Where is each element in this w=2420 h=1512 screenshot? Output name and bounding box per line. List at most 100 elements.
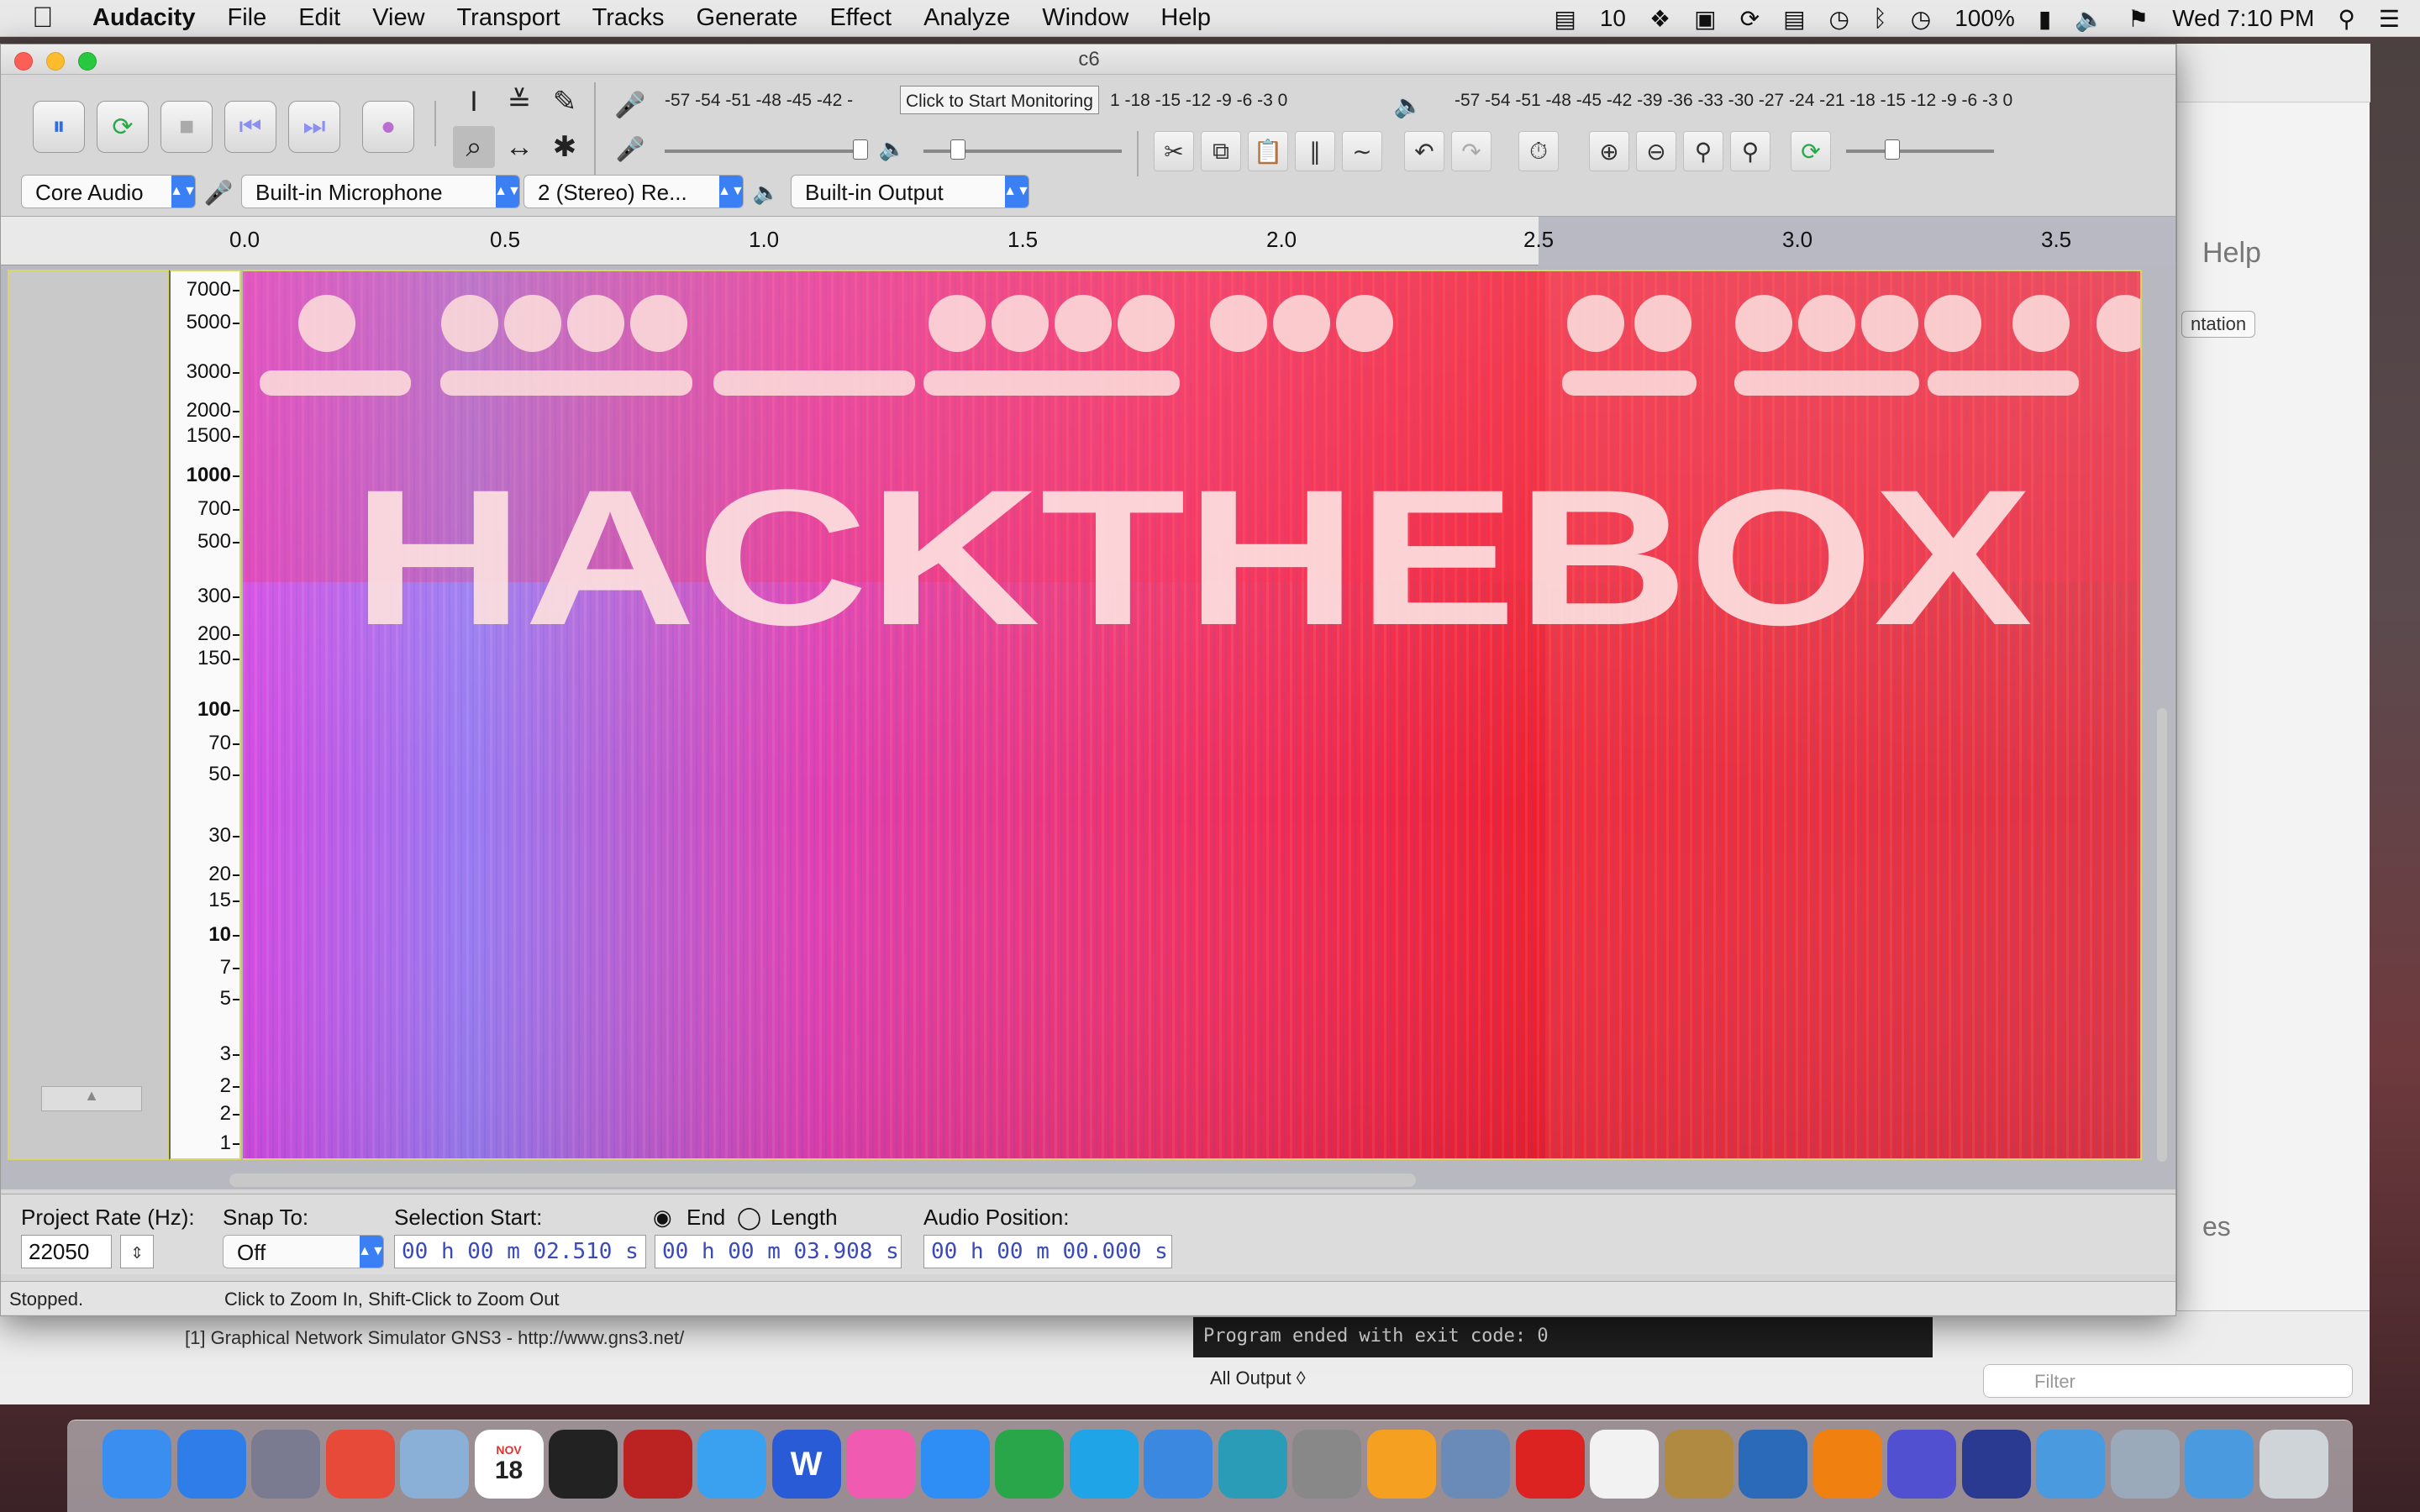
output-device-select[interactable]: Built-in Output ▲▼: [791, 175, 1030, 208]
launchpad-dock-icon[interactable]: [251, 1430, 320, 1499]
track-control-panel[interactable]: [8, 270, 169, 1160]
snap-to-select[interactable]: Off ▲▼: [223, 1235, 385, 1268]
microphone-meter-icon[interactable]: 🎤: [609, 84, 651, 126]
preview-dock-icon[interactable]: [400, 1430, 469, 1499]
xcode-dock-icon[interactable]: [1144, 1430, 1213, 1499]
skip-to-end-button[interactable]: ⏭: [288, 101, 340, 153]
system-preferences-dock-icon[interactable]: [1292, 1430, 1361, 1499]
fit-selection-icon[interactable]: ⚲: [1683, 131, 1723, 171]
finder-dock-icon[interactable]: [103, 1430, 171, 1499]
safari-dock-icon[interactable]: [176, 1430, 246, 1499]
menu-analyze[interactable]: Analyze: [923, 4, 1010, 32]
play-speed-knob[interactable]: [1885, 139, 1900, 160]
fit-project-icon[interactable]: ⚲: [1730, 131, 1770, 171]
selection-end-input[interactable]: 00 h 00 m 03.908 s: [655, 1235, 902, 1268]
volume-icon[interactable]: 🔈: [2075, 5, 2104, 33]
all-output-select[interactable]: All Output ◊: [1210, 1368, 1306, 1389]
photos-dock-icon[interactable]: [1366, 1430, 1436, 1499]
record-meter-scale-tail[interactable]: 1 -18 -15 -12 -9 -6 -3 0: [1110, 91, 1287, 124]
menu-edit[interactable]: Edit: [298, 4, 340, 32]
bluetooth-icon[interactable]: ᛒ: [1873, 5, 1887, 32]
spotlight-icon[interactable]: ⚲: [2338, 5, 2355, 33]
minimize-button[interactable]: [46, 52, 65, 71]
length-radio[interactable]: ◯: [737, 1205, 761, 1231]
battery-icon[interactable]: ▮: [2039, 5, 2051, 33]
zoom-button[interactable]: [78, 52, 97, 71]
paste-icon[interactable]: 📋: [1248, 131, 1288, 171]
multi-tool[interactable]: ✱: [544, 126, 586, 168]
collapse-track-button[interactable]: ▲: [41, 1086, 142, 1111]
play-speed-slider[interactable]: [1846, 150, 1994, 153]
messages-dock-icon[interactable]: [697, 1430, 766, 1499]
project-rate-stepper[interactable]: ⇕: [120, 1235, 154, 1268]
timeline-ruler[interactable]: 0.0 0.5 1.0 1.5 2.0 2.5 3.0 3.5: [1, 217, 2175, 265]
redo-icon[interactable]: ↷: [1451, 131, 1491, 171]
copy-icon[interactable]: ⧉: [1201, 131, 1241, 171]
audacity-dock-icon[interactable]: [1961, 1430, 2031, 1499]
playback-volume-knob[interactable]: [950, 139, 965, 160]
envelope-tool[interactable]: ≚: [498, 81, 540, 123]
acrobat-dock-icon[interactable]: [1515, 1430, 1585, 1499]
zoom-out-icon[interactable]: ⊖: [1636, 131, 1676, 171]
stop-button[interactable]: ■: [160, 101, 213, 153]
vertical-scrollbar[interactable]: [2157, 708, 2167, 1162]
horizontal-scrollbar[interactable]: [229, 1173, 1416, 1187]
background-doc-button[interactable]: ntation: [2181, 311, 2256, 338]
trim-icon[interactable]: ∥: [1295, 131, 1335, 171]
time-machine-icon[interactable]: ◷: [1829, 5, 1849, 33]
input-device-select[interactable]: Built-in Microphone ▲▼: [241, 175, 521, 208]
play-at-speed-icon[interactable]: ⟳: [1791, 131, 1831, 171]
recording-volume-slider[interactable]: [665, 150, 866, 153]
menu-file[interactable]: File: [227, 4, 266, 32]
status-app-icon[interactable]: ▤: [1554, 5, 1576, 33]
utorrent-dock-icon[interactable]: [995, 1430, 1064, 1499]
chrome-dock-icon[interactable]: [325, 1430, 395, 1499]
keychain-dock-icon[interactable]: [1664, 1430, 1733, 1499]
vlc-dock-icon[interactable]: [1812, 1430, 1882, 1499]
network-dock-icon[interactable]: [1218, 1430, 1287, 1499]
image-capture-dock-icon[interactable]: [1441, 1430, 1510, 1499]
documents-dock-icon[interactable]: [2110, 1430, 2180, 1499]
status-count[interactable]: 10: [1600, 5, 1626, 32]
speaker-meter-icon[interactable]: 🔈: [1387, 84, 1429, 126]
time-shift-tool[interactable]: ↔: [498, 126, 540, 168]
notification-center-icon[interactable]: ☰: [2379, 5, 2400, 33]
sync-icon[interactable]: ⟳: [1740, 5, 1760, 33]
end-radio[interactable]: ◉: [653, 1205, 672, 1231]
app-store-dock-icon[interactable]: [920, 1430, 990, 1499]
undo-icon[interactable]: ↶: [1404, 131, 1444, 171]
sync-lock-icon[interactable]: ⏱: [1518, 131, 1559, 171]
clock[interactable]: Wed 7:10 PM: [2172, 5, 2314, 32]
audio-position-input[interactable]: 00 h 00 m 00.000 s: [923, 1235, 1172, 1268]
podcast-dock-icon[interactable]: [1887, 1430, 1956, 1499]
pause-button[interactable]: ⏸: [33, 101, 85, 153]
skype-dock-icon[interactable]: [1069, 1430, 1139, 1499]
word-dock-icon[interactable]: W: [771, 1430, 841, 1499]
menu-view[interactable]: View: [372, 4, 424, 32]
selection-start-input[interactable]: 00 h 00 m 02.510 s: [394, 1235, 646, 1268]
record-meter-scale[interactable]: -57 -54 -51 -48 -45 -42 -: [665, 91, 853, 124]
menu-app-name[interactable]: Audacity: [92, 4, 195, 32]
itunes-dock-icon[interactable]: [846, 1430, 915, 1499]
filter-input[interactable]: Filter: [1983, 1364, 2353, 1398]
menu-transport[interactable]: Transport: [457, 4, 560, 32]
menu-effect[interactable]: Effect: [829, 4, 892, 32]
record-button[interactable]: ●: [362, 101, 414, 153]
battery-label[interactable]: 100%: [1954, 5, 2015, 32]
spectrogram-view[interactable]: HACKTHEBOX: [243, 270, 2142, 1160]
loop-play-button[interactable]: ⟳: [97, 101, 149, 153]
skip-to-start-button[interactable]: ⏮: [224, 101, 276, 153]
downloads-dock-icon[interactable]: [2185, 1430, 2254, 1499]
trash-dock-icon[interactable]: [2259, 1430, 2328, 1499]
close-button[interactable]: [14, 52, 33, 71]
menu-help[interactable]: Help: [1160, 4, 1211, 32]
photo-booth-dock-icon[interactable]: [623, 1430, 692, 1499]
textedit-dock-icon[interactable]: [1590, 1430, 1659, 1499]
silence-icon[interactable]: ∼: [1342, 131, 1382, 171]
wifi-icon[interactable]: ◷: [1911, 5, 1931, 33]
cut-icon[interactable]: ✂: [1154, 131, 1194, 171]
selection-tool[interactable]: I: [453, 81, 495, 123]
terminal-dock-icon[interactable]: [549, 1430, 618, 1499]
recording-volume-knob[interactable]: [853, 139, 868, 160]
memory-icon[interactable]: ▤: [1783, 5, 1805, 33]
